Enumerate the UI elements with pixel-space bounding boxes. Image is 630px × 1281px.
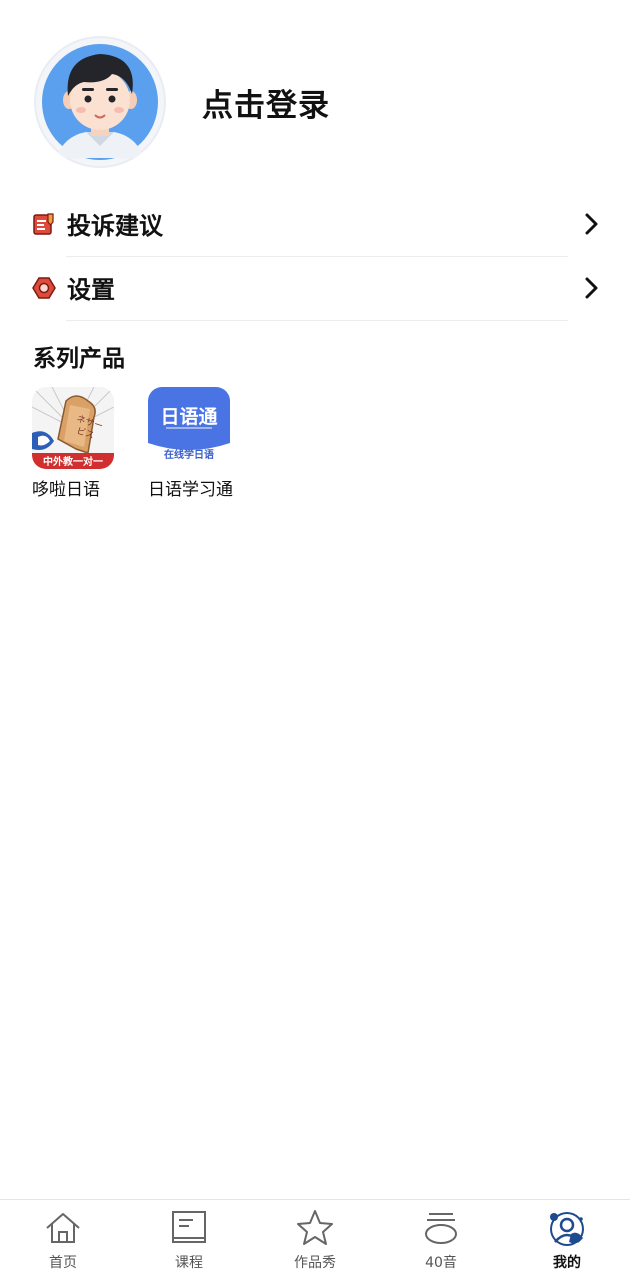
ribentong-logo-icon: 日语通 在线学日语 xyxy=(148,387,230,469)
svg-text:在线学日语: 在线学日语 xyxy=(164,448,214,461)
tab-label: 40音 xyxy=(425,1255,457,1271)
tab-home[interactable]: 首页 xyxy=(0,1200,126,1281)
star-icon xyxy=(297,1210,333,1245)
app-name: 日语学习通 xyxy=(148,480,233,500)
feedback-icon xyxy=(33,213,54,235)
app-name: 哆啦日语 xyxy=(32,480,100,500)
svg-text:中外教一对一: 中外教一对一 xyxy=(43,455,103,468)
product-doula-japanese[interactable]: ネサー ビス 中外教一对一 哆啦日语 xyxy=(32,387,142,500)
tab-kana[interactable]: 40音 xyxy=(378,1200,504,1281)
menu-item-settings[interactable]: 设置 xyxy=(0,256,630,320)
tab-works[interactable]: 作品秀 xyxy=(252,1200,378,1281)
profile-header: 点击登录 xyxy=(0,0,630,190)
tab-label: 课程 xyxy=(175,1255,203,1271)
settings-icon xyxy=(32,277,56,299)
profile-icon xyxy=(550,1212,584,1246)
tab-course[interactable]: 课程 xyxy=(126,1200,252,1281)
chevron-right-icon xyxy=(585,277,598,299)
tab-label: 作品秀 xyxy=(294,1255,336,1271)
product-japanese-study[interactable]: 日语通 在线学日语 日语学习通 xyxy=(148,387,258,500)
menu-item-label: 投诉建议 xyxy=(67,212,163,240)
course-icon xyxy=(172,1211,206,1243)
tab-label: 首页 xyxy=(49,1255,77,1271)
section-title-products: 系列产品 xyxy=(33,346,125,372)
menu-item-label: 设置 xyxy=(67,276,115,304)
app-icon-ribentong: 日语通 在线学日语 xyxy=(148,387,230,469)
user-avatar-icon xyxy=(36,38,164,166)
tab-label: 我的 xyxy=(553,1255,581,1271)
divider xyxy=(66,320,568,321)
kana-icon xyxy=(425,1213,457,1244)
doula-logo-icon: ネサー ビス 中外教一对一 xyxy=(32,387,114,469)
app-icon-doula: ネサー ビス 中外教一对一 xyxy=(32,387,114,469)
tab-mine[interactable]: 我的 xyxy=(504,1200,630,1281)
menu-item-feedback[interactable]: 投诉建议 xyxy=(0,192,630,256)
login-prompt[interactable]: 点击登录 xyxy=(202,80,330,125)
bottom-tab-bar: 首页 课程 作品秀 40音 我的 xyxy=(0,1199,630,1281)
avatar[interactable] xyxy=(34,36,166,168)
svg-text:日语通: 日语通 xyxy=(160,406,218,428)
home-icon xyxy=(46,1213,80,1243)
chevron-right-icon xyxy=(585,213,598,235)
